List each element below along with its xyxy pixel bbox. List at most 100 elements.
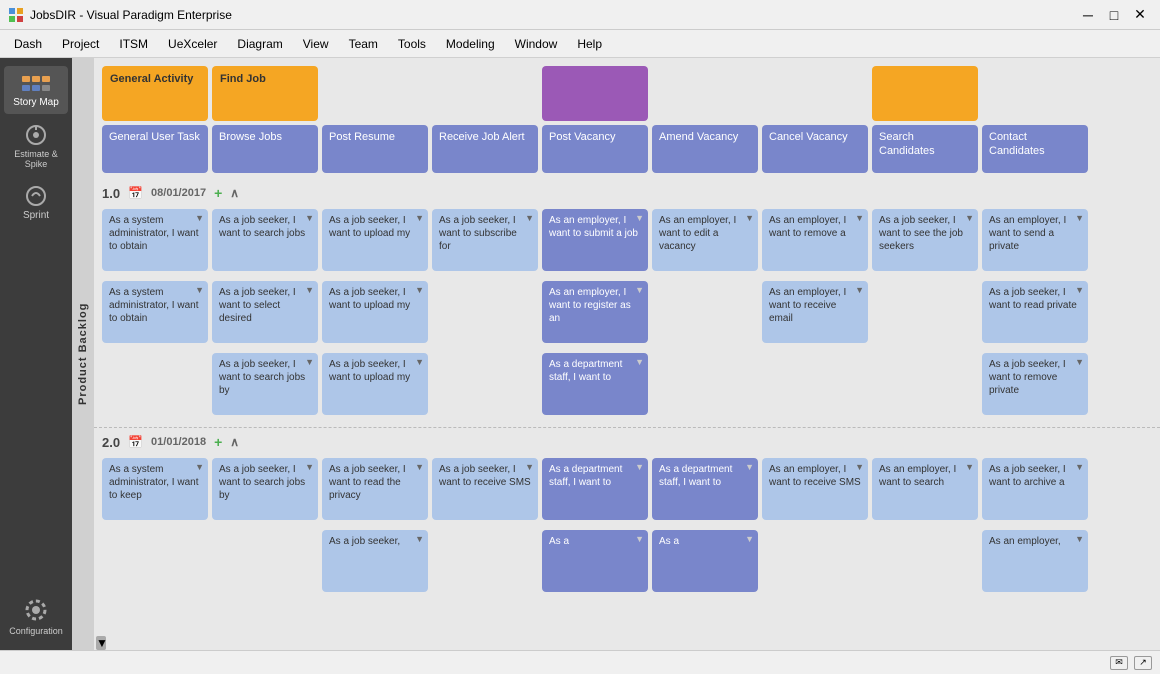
sprint1-r1-c2[interactable]: ▼ As a job seeker, I want to search jobs bbox=[212, 209, 318, 271]
menu-view[interactable]: View bbox=[293, 33, 339, 55]
minimize-button[interactable]: ─ bbox=[1076, 5, 1100, 25]
sprint1-r2-c7[interactable]: ▼ As an employer, I want to receive emai… bbox=[762, 281, 868, 343]
menu-team[interactable]: Team bbox=[339, 33, 388, 55]
menu-project[interactable]: Project bbox=[52, 33, 109, 55]
card-text: As a job seeker, I want to remove privat… bbox=[989, 359, 1066, 396]
card-text: As a job seeker, I want to select desire… bbox=[219, 287, 296, 324]
sprint1-r2-c2[interactable]: ▼ As a job seeker, I want to select desi… bbox=[212, 281, 318, 343]
arrow-icon: ▼ bbox=[525, 213, 534, 225]
epic-general-activity[interactable]: General Activity bbox=[102, 66, 208, 121]
sprint1-r2-c5[interactable]: ▼ As an employer, I want to register as … bbox=[542, 281, 648, 343]
sprint1-r3-c2[interactable]: ▼ As a job seeker, I want to search jobs… bbox=[212, 353, 318, 415]
theme-post-resume[interactable]: Post Resume bbox=[322, 125, 428, 173]
sprint-1-collapse[interactable]: ∧ bbox=[230, 186, 239, 200]
sprint1-r2-c4 bbox=[432, 281, 538, 343]
sprint1-r2-c1[interactable]: ▼ As a system administrator, I want to o… bbox=[102, 281, 208, 343]
arrow-icon: ▼ bbox=[635, 285, 644, 297]
card-text: As a job seeker, I want to upload my bbox=[329, 287, 410, 311]
sprint1-r3-c1 bbox=[102, 353, 208, 415]
sprint2-r2-c6[interactable]: ▼ As a bbox=[652, 530, 758, 592]
menu-window[interactable]: Window bbox=[505, 33, 568, 55]
arrow-icon: ▼ bbox=[305, 285, 314, 297]
sprint2-r2-c4 bbox=[432, 530, 538, 592]
sprint1-r3-c3[interactable]: ▼ As a job seeker, I want to upload my bbox=[322, 353, 428, 415]
sprint2-r1-c8[interactable]: ▼ As an employer, I want to search bbox=[872, 458, 978, 520]
scroll-down-btn[interactable]: ▼ bbox=[96, 636, 106, 650]
sprint-2-collapse[interactable]: ∧ bbox=[230, 435, 239, 449]
menu-dash[interactable]: Dash bbox=[4, 33, 52, 55]
sprint1-r1-c3[interactable]: ▼ As a job seeker, I want to upload my bbox=[322, 209, 428, 271]
sprint2-r1-c5[interactable]: ▼ As a department staff, I want to bbox=[542, 458, 648, 520]
card-text: As a system administrator, I want to kee… bbox=[109, 464, 198, 501]
sprint1-r3-c9[interactable]: ▼ As a job seeker, I want to remove priv… bbox=[982, 353, 1088, 415]
sprint2-r1-c3[interactable]: ▼ As a job seeker, I want to read the pr… bbox=[322, 458, 428, 520]
sprint1-r1-c9[interactable]: ▼ As an employer, I want to send a priva… bbox=[982, 209, 1088, 271]
sprint1-r1-c1[interactable]: ▼ As a system administrator, I want to o… bbox=[102, 209, 208, 271]
sprint2-r2-c2 bbox=[212, 530, 318, 592]
epic-empty2 bbox=[432, 66, 538, 121]
sprint1-r1-c8[interactable]: ▼ As a job seeker, I want to see the job… bbox=[872, 209, 978, 271]
sprint2-r1-c9[interactable]: ▼ As a job seeker, I want to archive a bbox=[982, 458, 1088, 520]
sprint1-r2-c8 bbox=[872, 281, 978, 343]
close-button[interactable]: ✕ bbox=[1128, 5, 1152, 25]
sprint1-r2-c3[interactable]: ▼ As a job seeker, I want to upload my bbox=[322, 281, 428, 343]
board-scroll[interactable]: General Activity Find Job General User T… bbox=[94, 58, 1160, 650]
sidebar-item-configuration[interactable]: Configuration bbox=[4, 591, 68, 642]
sidebar-item-estimate-spike[interactable]: Estimate & Spike bbox=[4, 118, 68, 175]
theme-browse-jobs[interactable]: Browse Jobs bbox=[212, 125, 318, 173]
theme-search-candidates[interactable]: Search Candidates bbox=[872, 125, 978, 173]
sprint1-r1-c5[interactable]: ▼ As an employer, I want to submit a job bbox=[542, 209, 648, 271]
sprint2-r2-c5[interactable]: ▼ As a bbox=[542, 530, 648, 592]
epic-recruit-candidate[interactable] bbox=[872, 66, 978, 121]
menu-diagram[interactable]: Diagram bbox=[227, 33, 292, 55]
card-text: As a bbox=[549, 536, 569, 547]
sprint-1-add[interactable]: + bbox=[214, 185, 222, 201]
sprint2-r1-c6[interactable]: ▼ As a department staff, I want to bbox=[652, 458, 758, 520]
sprint-1-version: 1.0 bbox=[102, 186, 120, 201]
arrow-icon: ▼ bbox=[415, 534, 424, 546]
arrow-icon: ▼ bbox=[635, 213, 644, 225]
menu-modeling[interactable]: Modeling bbox=[436, 33, 505, 55]
sprint1-r3-c5[interactable]: ▼ As a department staff, I want to bbox=[542, 353, 648, 415]
sprint2-r1-c4[interactable]: ▼ As a job seeker, I want to receive SMS bbox=[432, 458, 538, 520]
sprint-2-date: 01/01/2018 bbox=[151, 436, 206, 448]
epic-find-job[interactable]: Find Job bbox=[212, 66, 318, 121]
arrow-icon: ▼ bbox=[745, 213, 754, 225]
menu-tools[interactable]: Tools bbox=[388, 33, 436, 55]
sprint1-r1-c4[interactable]: ▼ As a job seeker, I want to subscribe f… bbox=[432, 209, 538, 271]
theme-general-user-task[interactable]: General User Task bbox=[102, 125, 208, 173]
sidebar-item-story-map[interactable]: Story Map bbox=[4, 66, 68, 114]
sprint-2-row-1: ▼ As a system administrator, I want to k… bbox=[94, 456, 1160, 528]
sidebar-item-sprint[interactable]: Sprint bbox=[4, 179, 68, 227]
sprint1-r3-c8 bbox=[872, 353, 978, 415]
arrow-icon: ▼ bbox=[855, 213, 864, 225]
menu-uexceler[interactable]: UeXceler bbox=[158, 33, 227, 55]
arrow-icon: ▼ bbox=[635, 462, 644, 474]
menu-itsm[interactable]: ITSM bbox=[109, 33, 158, 55]
theme-cancel-vacancy[interactable]: Cancel Vacancy bbox=[762, 125, 868, 173]
arrow-icon: ▼ bbox=[745, 534, 754, 546]
sprint2-r2-c3[interactable]: ▼ As a job seeker, bbox=[322, 530, 428, 592]
sprint2-r1-c7[interactable]: ▼ As an employer, I want to receive SMS bbox=[762, 458, 868, 520]
maximize-button[interactable]: □ bbox=[1102, 5, 1126, 25]
mail-icon[interactable]: ✉ bbox=[1110, 656, 1128, 670]
theme-receive-job-alert[interactable]: Receive Job Alert bbox=[432, 125, 538, 173]
sprint1-r1-c6[interactable]: ▼ As an employer, I want to edit a vacan… bbox=[652, 209, 758, 271]
backlog-label: Product Backlog bbox=[72, 58, 94, 650]
epic-empty5 bbox=[982, 66, 1088, 121]
theme-contact-candidates[interactable]: Contact Candidates bbox=[982, 125, 1088, 173]
sprint2-r1-c1[interactable]: ▼ As a system administrator, I want to k… bbox=[102, 458, 208, 520]
sprint1-r1-c7[interactable]: ▼ As an employer, I want to remove a bbox=[762, 209, 868, 271]
theme-post-vacancy[interactable]: Post Vacancy bbox=[542, 125, 648, 173]
menu-help[interactable]: Help bbox=[567, 33, 612, 55]
epic-manage-vacancy[interactable] bbox=[542, 66, 648, 121]
sprint-1-row-2: ▼ As a system administrator, I want to o… bbox=[94, 279, 1160, 351]
sprint2-r2-c9[interactable]: ▼ As an employer, bbox=[982, 530, 1088, 592]
estimate-spike-icon bbox=[23, 124, 49, 146]
export-icon[interactable]: ↗ bbox=[1134, 656, 1152, 670]
sprint-2-add[interactable]: + bbox=[214, 434, 222, 450]
sprint1-r2-c9[interactable]: ▼ As a job seeker, I want to read privat… bbox=[982, 281, 1088, 343]
sprint2-r1-c2[interactable]: ▼ As a job seeker, I want to search jobs… bbox=[212, 458, 318, 520]
theme-amend-vacancy[interactable]: Amend Vacancy bbox=[652, 125, 758, 173]
board-area: General Activity Find Job General User T… bbox=[94, 58, 1160, 650]
